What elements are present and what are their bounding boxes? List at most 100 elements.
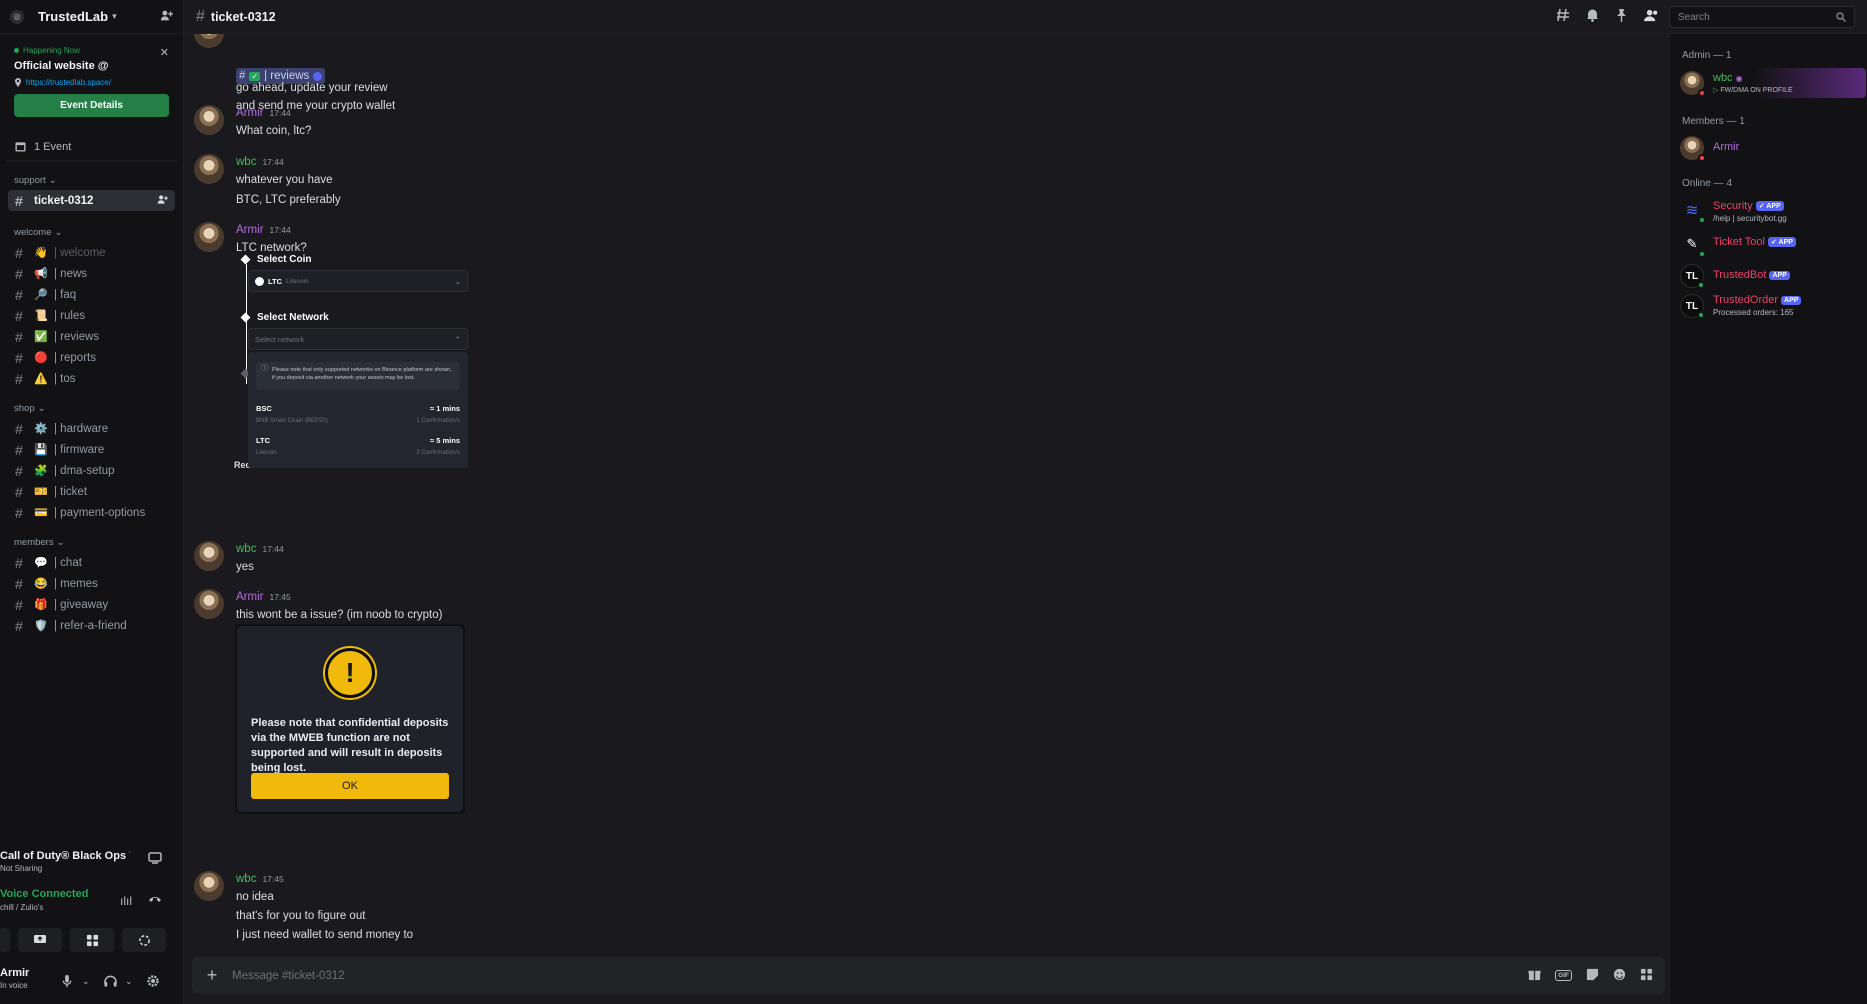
close-icon[interactable]: ✕	[160, 46, 169, 59]
role-header-members: Members — 1	[1682, 116, 1745, 127]
avatar	[1680, 136, 1706, 162]
channel-header: # ticket-0312 Search	[184, 0, 1867, 34]
channel-reviews[interactable]: # ✅ | reviews	[8, 326, 175, 347]
message-content: Armir 17:45 this wont be a issue? (im noo…	[236, 591, 443, 621]
invite-member-icon[interactable]	[157, 194, 168, 208]
location-pin-icon	[15, 78, 21, 87]
gif-icon[interactable]: GIF	[1555, 970, 1572, 981]
message-timestamp: 17:44	[269, 225, 291, 235]
invite-people-icon[interactable]	[160, 9, 173, 25]
share-screen-button[interactable]	[18, 928, 62, 952]
channel-news[interactable]: # 📢 | news	[8, 263, 175, 284]
user-panel: Armir In voice ⌄ ⌄	[0, 962, 178, 1004]
channel-faq[interactable]: # 🔎 | faq	[8, 284, 175, 305]
member-list: Admin — 1 wbc ◉ ▷ FW/DMA ON PROFILE Membe…	[1669, 34, 1867, 1004]
channel-giveaway[interactable]: # 🎁 | giveaway	[8, 594, 175, 615]
activities-button[interactable]	[70, 928, 114, 952]
events-link[interactable]: 1 Event	[6, 133, 177, 161]
event-location[interactable]: https://trustedlab.space/	[14, 78, 169, 87]
soundboard-button[interactable]	[122, 928, 166, 952]
screen-share-icon[interactable]	[148, 852, 162, 867]
notification-bell-icon[interactable]	[1586, 8, 1599, 25]
member-trustedbot[interactable]: TL TrustedBot APP	[1680, 262, 1866, 292]
audio-options-chevron-icon[interactable]: ⌄	[125, 976, 133, 987]
event-card: Happening Now ✕ Official website @ https…	[6, 42, 177, 127]
category-shop[interactable]: shop ⌄	[14, 403, 183, 414]
message-author[interactable]: wbc	[236, 543, 256, 555]
message-composer[interactable]: + Message #ticket-0312 GIF	[192, 957, 1665, 994]
channel-firmware[interactable]: # 💾 | firmware	[8, 439, 175, 460]
category-members[interactable]: members ⌄	[14, 537, 183, 548]
member-ticket-tool[interactable]: ✎ Ticket Tool ✓ APP	[1680, 230, 1866, 260]
channel-sidebar: ◎ TrustedLab ▾ Happening Now ✕ Official …	[0, 0, 184, 1004]
role-header-admin: Admin — 1	[1682, 50, 1732, 61]
server-name: TrustedLab	[38, 9, 109, 24]
message-content: Armir 17:44 LTC network?	[236, 224, 307, 254]
apps-icon[interactable]	[1640, 968, 1653, 984]
ticket-tool-icon: ✎	[1680, 232, 1706, 258]
event-details-button[interactable]: Event Details	[14, 94, 169, 117]
emoji-icon[interactable]	[1613, 968, 1626, 984]
avatar	[1680, 71, 1706, 97]
warning-image-attachment[interactable]: ! Please note that confidential deposits…	[235, 624, 465, 814]
channel-reports[interactable]: # 🔴 | reports	[8, 347, 175, 368]
member-armir[interactable]: Armir	[1680, 134, 1866, 164]
message-timestamp: 17:44	[262, 157, 284, 167]
share-screen-icon	[34, 935, 46, 943]
avatar[interactable]	[194, 222, 224, 252]
category-support[interactable]: support ⌄	[14, 175, 183, 186]
settings-gear-icon[interactable]	[146, 974, 160, 991]
image-attachment[interactable]: Select Coin LTC Litecoin ⌄ Select Network…	[234, 254, 484, 496]
mic-options-chevron-icon[interactable]: ⌄	[82, 976, 90, 987]
avatar[interactable]	[194, 589, 224, 619]
threads-icon[interactable]	[1556, 8, 1570, 25]
channel-rules[interactable]: # 📜 | rules	[8, 305, 175, 326]
member-wbc[interactable]: wbc ◉ ▷ FW/DMA ON PROFILE	[1680, 68, 1866, 98]
gift-icon[interactable]	[1528, 968, 1541, 984]
network-dropdown: ⓘ Please note that only supported networ…	[248, 352, 468, 468]
message-author[interactable]: wbc	[236, 873, 256, 885]
voice-action-partial[interactable]	[0, 928, 10, 952]
message-content: wbc 17:45 no idea that's for you to figur…	[236, 873, 414, 941]
channel-refer-a-friend[interactable]: # 🛡️ | refer-a-friend	[8, 615, 175, 636]
channel-chat[interactable]: # 💬 | chat	[8, 552, 175, 573]
network-select: Select network ⌃	[248, 328, 468, 350]
avatar[interactable]	[194, 871, 224, 901]
message-author[interactable]: Armir	[236, 107, 263, 119]
category-welcome[interactable]: welcome ⌄	[14, 227, 183, 238]
message-input[interactable]: Message #ticket-0312	[232, 970, 345, 982]
avatar[interactable]	[194, 541, 224, 571]
server-header[interactable]: ◎ TrustedLab ▾	[0, 0, 183, 34]
channel-welcome[interactable]: # 👋 | welcome	[8, 242, 175, 263]
channel-payment-options[interactable]: # 💳 | payment-options	[8, 502, 175, 523]
channel-ticket[interactable]: # 🎫 | ticket	[8, 481, 175, 502]
user-info[interactable]: Armir In voice	[0, 967, 29, 990]
avatar[interactable]	[194, 34, 224, 48]
step-select-coin: Select Coin	[240, 254, 311, 265]
channel-hardware[interactable]: # ⚙️ | hardware	[8, 418, 175, 439]
channel-memes[interactable]: # 😂 | memes	[8, 573, 175, 594]
chevron-down-icon: ▾	[112, 11, 117, 21]
channel-tos[interactable]: # ⚠️ | tos	[8, 368, 175, 389]
add-attachment-icon[interactable]: +	[192, 965, 232, 986]
message: wbc 17:44 whatever you have BTC, LTC pref…	[184, 153, 1664, 213]
avatar[interactable]	[194, 154, 224, 184]
message-author[interactable]: Armir	[236, 224, 263, 236]
channel-dma-setup[interactable]: # 🧩 | dma-setup	[8, 460, 175, 481]
avatar[interactable]	[194, 105, 224, 135]
headphones-icon[interactable]	[104, 975, 117, 990]
member-security[interactable]: ≋ Security ✓ APP /help | securitybot.gg	[1680, 196, 1866, 226]
microphone-icon[interactable]	[62, 975, 72, 991]
channel-ticket-0312[interactable]: # ticket-0312	[8, 190, 175, 211]
voice-signal-icon[interactable]: ılıl	[120, 894, 132, 908]
pinned-messages-icon[interactable]	[1615, 8, 1628, 25]
message-author[interactable]: wbc	[236, 156, 256, 168]
message-author[interactable]: Armir	[236, 591, 263, 603]
member-list-icon[interactable]	[1644, 9, 1659, 25]
disconnect-icon[interactable]	[148, 892, 162, 907]
member-trustedorder[interactable]: TL TrustedOrder APP Processed orders: 165	[1680, 292, 1866, 322]
message: Armir 17:44 What coin, ltc?	[184, 104, 1664, 144]
event-link[interactable]: https://trustedlab.space/	[26, 78, 111, 87]
search-input[interactable]: Search	[1669, 6, 1855, 28]
sticker-icon[interactable]	[1586, 968, 1599, 984]
